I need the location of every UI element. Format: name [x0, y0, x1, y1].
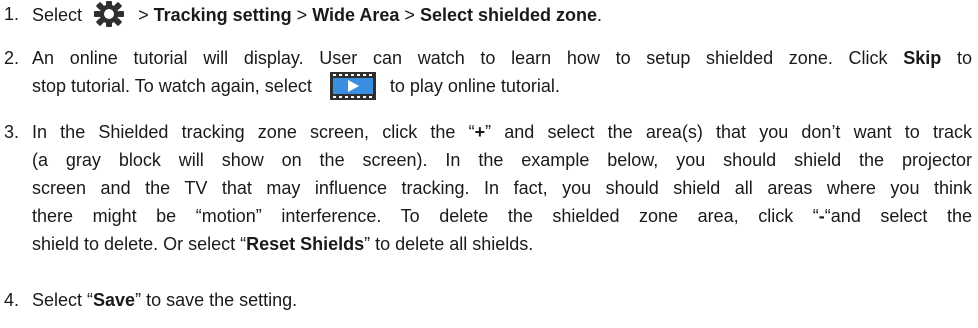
menu-wide-area: Wide Area [312, 5, 400, 25]
step-3-line-4: there might be “motion” interference. To… [32, 206, 973, 226]
plus-label: + [474, 122, 486, 142]
step-text: In the Shielded tracking zone screen, cl… [32, 118, 972, 258]
period: . [597, 5, 603, 25]
step-2-line-1: An online tutorial will display. User ca… [32, 48, 972, 68]
gear-icon [91, 0, 127, 28]
select-text: Select [32, 5, 83, 25]
skip-label: Skip [903, 48, 942, 68]
step-3-line-5: shield to delete. Or select “Reset Shiel… [32, 234, 534, 254]
menu-select-shielded-zone: Select shielded zone [419, 5, 597, 25]
step-3-line-2: (a gray block will show on the screen). … [32, 150, 972, 170]
menu-tracking-setting: Tracking setting [153, 5, 292, 25]
instruction-list: 1. Select > Tracking setting > Wide Area… [0, 0, 978, 328]
step-number: 2. [4, 48, 20, 68]
separator: > [404, 5, 415, 25]
step-text: An online tutorial will display. User ca… [32, 44, 972, 100]
step-3-line-1: In the Shielded tracking zone screen, cl… [32, 122, 972, 142]
step-3-line-3: screen and the TV that may influence tra… [32, 178, 972, 198]
step-number: 4. [4, 290, 20, 310]
step-number: 3. [4, 122, 20, 142]
video-play-icon [329, 72, 376, 100]
step-text: Select > Tracking setting > Wide Area > … [32, 0, 972, 28]
step-number: 1. [4, 4, 20, 24]
reset-shields-label: Reset Shields [246, 234, 365, 254]
step-text: Select “Save” to save the setting. [32, 290, 298, 310]
step-2-line-2: stop tutorial. To watch again, select to… [32, 72, 972, 100]
save-label: Save [93, 290, 136, 310]
separator: > [296, 5, 308, 25]
separator: > [138, 5, 149, 25]
